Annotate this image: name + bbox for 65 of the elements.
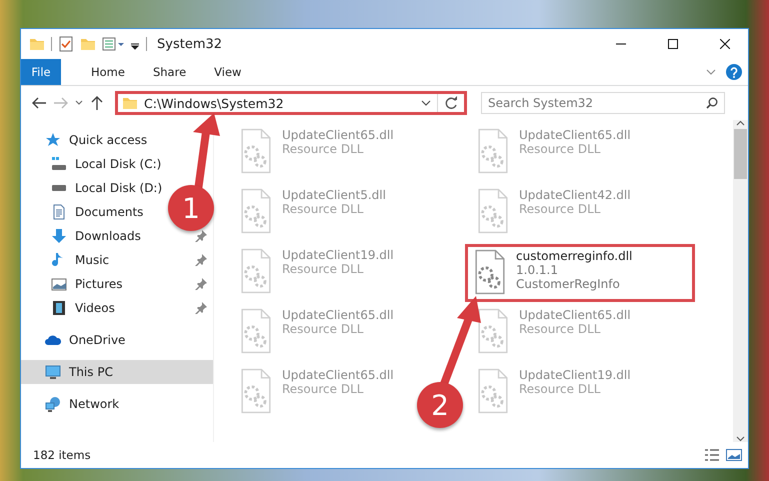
down-arrow-icon — [51, 228, 67, 244]
up-button[interactable] — [89, 95, 105, 111]
folder-icon — [122, 95, 138, 111]
scroll-up-icon[interactable] — [736, 120, 745, 126]
question-icon — [730, 66, 738, 78]
scrollbar-thumb[interactable] — [734, 129, 747, 179]
ribbon-tab[interactable]: Share — [138, 59, 200, 85]
sidebar-item[interactable]: Network — [45, 393, 122, 415]
star-icon — [45, 132, 61, 148]
sidebar-item[interactable]: Documents — [51, 201, 146, 223]
ribbon-tab[interactable]: View — [200, 59, 256, 85]
customize-icon[interactable] — [102, 36, 124, 52]
search-field[interactable]: Search System32 — [481, 92, 725, 114]
close-icon — [720, 39, 730, 49]
file-detail: Resource DLL — [519, 202, 602, 216]
file-detail: Resource DLL — [282, 202, 364, 216]
file-detail: 1.0.1.1 — [516, 263, 559, 277]
left-arrow-icon — [31, 95, 47, 111]
back-button[interactable] — [31, 95, 47, 111]
scrollbar[interactable] — [733, 120, 748, 442]
file-detail: Resource DLL — [519, 142, 602, 156]
up-arrow-icon — [89, 95, 105, 111]
sidebar-item[interactable]: OneDrive — [45, 329, 128, 351]
file-detail: Resource DLL — [519, 322, 602, 336]
sidebar-item[interactable]: Pictures — [51, 273, 125, 295]
file-detail: Resource DLL — [282, 142, 364, 156]
address-field[interactable]: C:\Windows\System32 — [115, 91, 467, 115]
scroll-down-icon[interactable] — [736, 436, 745, 442]
large-icons-view-icon[interactable] — [726, 448, 742, 462]
window-title: System32 — [157, 36, 224, 52]
search-icon[interactable] — [706, 97, 718, 109]
film-icon — [51, 300, 67, 316]
file-detail: Resource DLL — [282, 382, 364, 396]
sidebar-item[interactable]: Videos — [51, 297, 117, 319]
drive-icon — [51, 185, 67, 191]
document-icon — [51, 204, 67, 220]
network-icon — [45, 396, 61, 412]
right-arrow-icon — [53, 95, 69, 111]
address-path: C:\Windows\System32 — [144, 96, 285, 110]
sidebar-item[interactable]: Local Disk (C:) — [51, 153, 164, 175]
item-count: 182 items — [33, 448, 92, 462]
refresh-icon[interactable] — [444, 96, 458, 110]
sidebar-item[interactable]: This PC — [45, 361, 115, 383]
drive-icon — [51, 156, 67, 172]
ribbon-tab[interactable]: File — [21, 59, 61, 85]
dropdown-icon[interactable] — [421, 100, 431, 106]
file-detail: Resource DLL — [519, 382, 602, 396]
properties-icon[interactable] — [58, 36, 74, 52]
sidebar-item[interactable]: Local Disk (D:) — [51, 177, 164, 199]
monitor-icon — [45, 364, 61, 380]
file-name: customerreginfo.dll — [516, 249, 632, 263]
ribbon-tab[interactable]: Home — [77, 59, 139, 85]
file-detail: Resource DLL — [282, 322, 364, 336]
sidebar-item[interactable]: Quick access — [45, 129, 150, 151]
picture-icon — [51, 276, 67, 292]
chevron-icon[interactable] — [706, 69, 716, 75]
file-detail: Resource DLL — [282, 262, 364, 276]
file-detail: CustomerRegInfo — [516, 277, 621, 291]
sidebar-item[interactable]: Downloads — [51, 225, 143, 247]
details-view-icon[interactable] — [704, 448, 720, 462]
maximize-icon — [668, 39, 678, 49]
help-button[interactable] — [726, 64, 742, 80]
sidebar-item[interactable]: Music — [51, 249, 112, 271]
file-tile[interactable]: customerreginfo.dll 1.0.1.1 CustomerRegInfo — [465, 244, 695, 302]
folder-icon — [29, 36, 45, 52]
